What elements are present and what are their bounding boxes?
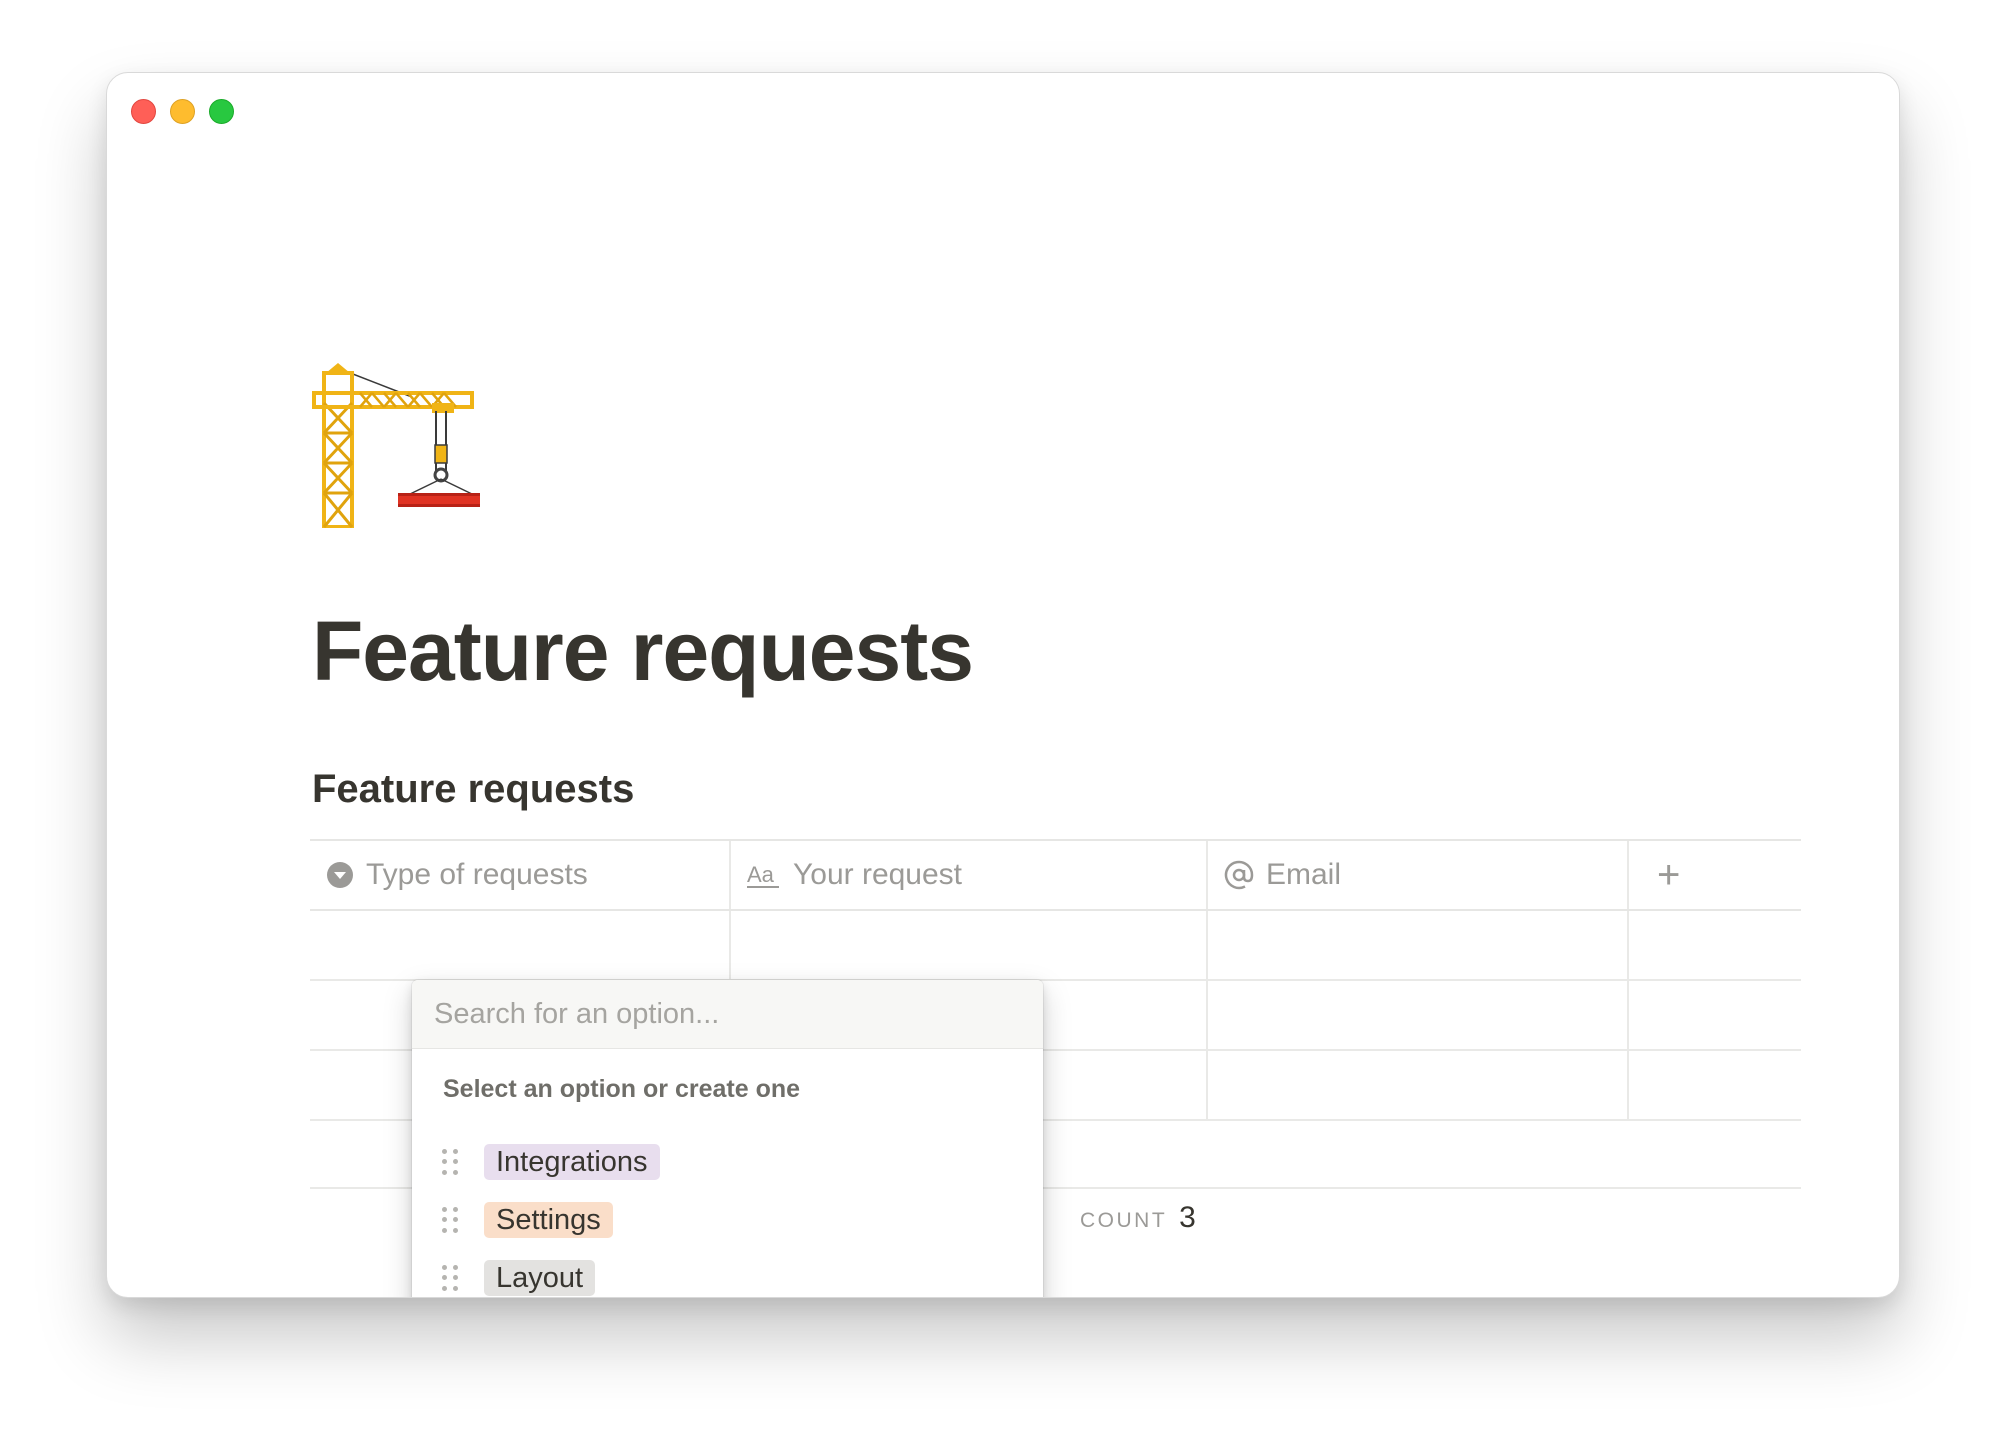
table-cell[interactable] — [731, 911, 1208, 979]
option-search-box — [412, 980, 1043, 1049]
option-list: Integrations Settings Layout — [412, 1115, 1043, 1297]
construction-crane-icon[interactable] — [312, 363, 482, 528]
table-cell — [1629, 1051, 1801, 1119]
add-column-button[interactable]: + — [1629, 841, 1801, 909]
drag-handle-icon[interactable] — [442, 1207, 458, 1233]
table-cell — [1629, 981, 1801, 1049]
option-item-settings[interactable]: Settings — [412, 1191, 1043, 1249]
database-title[interactable]: Feature requests — [312, 767, 634, 812]
table-cell[interactable] — [1208, 981, 1629, 1049]
window-controls — [131, 99, 234, 124]
column-header-your-request[interactable]: Aa Your request — [731, 841, 1208, 909]
table-row[interactable] — [310, 911, 1801, 981]
option-search-input[interactable] — [432, 996, 1023, 1032]
count-value: 3 — [1179, 1201, 1196, 1234]
table-cell[interactable] — [1208, 911, 1629, 979]
text-aa-icon: Aa — [747, 861, 781, 889]
option-tag[interactable]: Integrations — [484, 1144, 660, 1180]
app-window: Feature requests Feature requests Type o… — [106, 72, 1900, 1298]
option-tag[interactable]: Settings — [484, 1202, 613, 1238]
table-cell — [1629, 911, 1801, 979]
table-cell[interactable] — [1208, 1051, 1629, 1119]
plus-icon: + — [1657, 852, 1681, 897]
count-summary[interactable]: COUNT 3 — [1080, 1201, 1196, 1235]
svg-text:Aa: Aa — [747, 862, 775, 887]
column-label: Email — [1266, 858, 1342, 891]
zoom-window-button[interactable] — [209, 99, 234, 124]
page-title[interactable]: Feature requests — [312, 603, 974, 700]
close-window-button[interactable] — [131, 99, 156, 124]
at-sign-icon — [1224, 860, 1254, 890]
count-label: COUNT — [1080, 1209, 1168, 1232]
column-header-type-of-requests[interactable]: Type of requests — [310, 841, 731, 909]
option-item-integrations[interactable]: Integrations — [412, 1133, 1043, 1191]
drag-handle-icon[interactable] — [442, 1149, 458, 1175]
column-label: Type of requests — [366, 858, 588, 891]
column-header-email[interactable]: Email — [1208, 841, 1629, 909]
table-cell[interactable] — [310, 911, 731, 979]
dropdown-hint: Select an option or create one — [443, 1075, 801, 1103]
option-tag[interactable]: Layout — [484, 1260, 596, 1296]
minimize-window-button[interactable] — [170, 99, 195, 124]
option-item-layout[interactable]: Layout — [412, 1249, 1043, 1297]
select-chevron-icon — [326, 861, 354, 889]
table-header: Type of requests Aa Your request Email + — [310, 839, 1801, 911]
drag-handle-icon[interactable] — [442, 1265, 458, 1291]
column-label: Your request — [793, 858, 963, 891]
select-option-dropdown: Select an option or create one Integrati… — [412, 980, 1043, 1297]
